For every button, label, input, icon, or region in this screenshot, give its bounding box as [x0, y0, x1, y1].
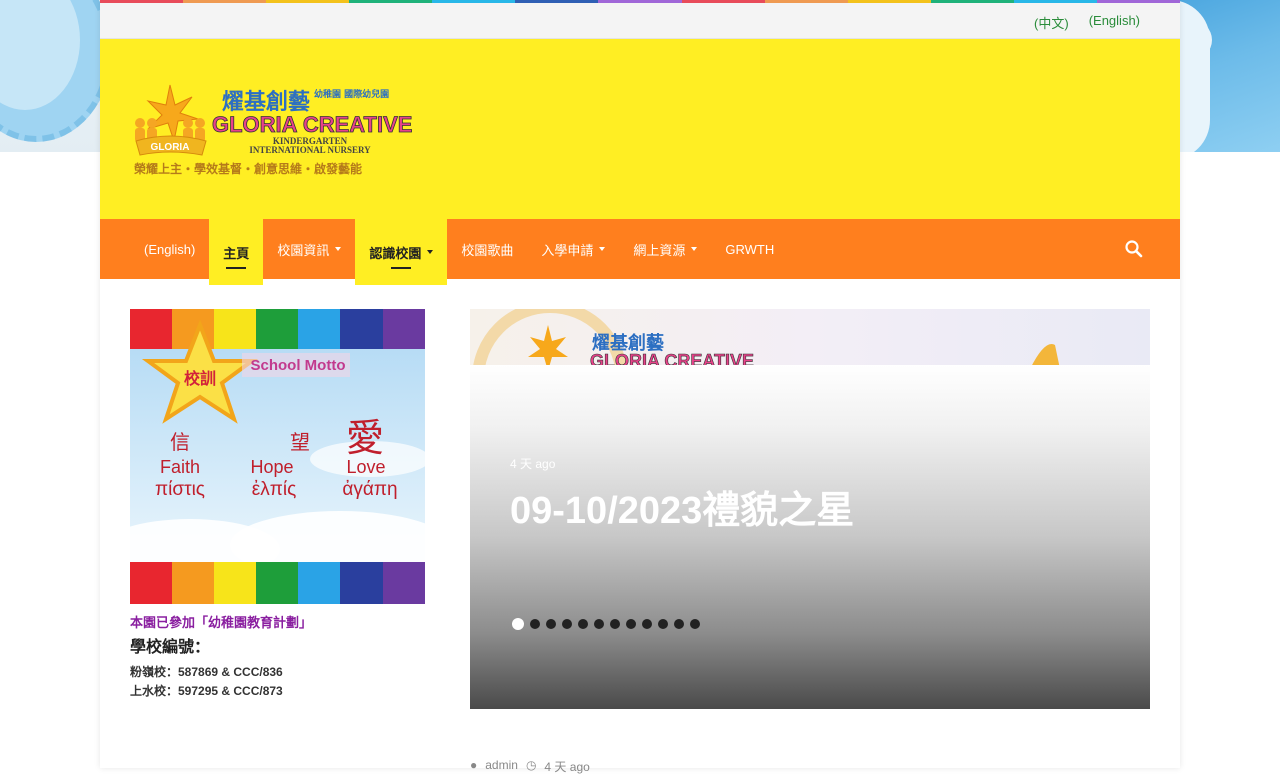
motto-gr-faith: πίστις [155, 479, 205, 500]
nav-item-2[interactable]: 校園資訊 [263, 219, 355, 279]
nav-item-label: 入學申請 [541, 242, 594, 258]
nav-item-label: 認識校園 [369, 245, 422, 261]
logo-chinese-sub: 幼稚園 國際幼兒園 [314, 88, 389, 100]
slider-dot[interactable] [594, 619, 604, 629]
nav-item-label: 校園資訊 [277, 242, 330, 258]
slide-gradient-overlay [470, 365, 1150, 709]
slider-dot[interactable] [578, 619, 588, 629]
lang-english-link[interactable]: (English) [1089, 13, 1140, 32]
slide-logo-image: 燿基創藝 GLORIA CREATIVE [472, 309, 1060, 369]
nav-item-5[interactable]: 入學申請 [527, 219, 619, 279]
slider-dot[interactable] [562, 619, 572, 629]
motto-gr-love: ἀγάπη [342, 479, 397, 500]
motto-title: School Motto [251, 357, 346, 374]
site-header: GLORIA 燿基創藝 幼稚園 國際幼兒園 GLORIA CREATIVE KI… [100, 39, 1180, 219]
nav-item-6[interactable]: 網上資源 [619, 219, 711, 279]
slider-dot[interactable] [512, 618, 524, 630]
chevron-down-icon [335, 247, 342, 251]
motto-gr-hope: ἐλπίς [252, 479, 296, 500]
slider-dot[interactable] [530, 619, 540, 629]
nav-item-7[interactable]: GRWTH [711, 219, 788, 279]
nav-item-label: (English) [144, 241, 196, 257]
nav-item-label: 網上資源 [633, 242, 686, 258]
featured-slider[interactable]: 燿基創藝 GLORIA CREATIVE 4 天 ago 09-10/2023禮… [470, 309, 1150, 709]
slider-dot[interactable] [674, 619, 684, 629]
school-number-sheungshui: 上水校：597295 & CCC/873 [130, 684, 283, 698]
slide-image-strip: 燿基創藝 GLORIA CREATIVE [470, 309, 1150, 369]
slide-date: 4 天 ago [510, 457, 556, 471]
logo-english-name: GLORIA CREATIVE [212, 112, 412, 137]
post-time: 4 天 ago [544, 760, 590, 774]
gloria-logo-graphic: GLORIA 燿基創藝 幼稚園 國際幼兒園 GLORIA CREATIVE KI… [134, 84, 413, 176]
nav-item-4[interactable]: 校園歌曲 [447, 219, 527, 279]
nav-item-label: 主頁 [223, 245, 250, 261]
lang-chinese-link[interactable]: (中文) [1034, 13, 1069, 32]
nav-item-1[interactable]: 主頁 [209, 219, 264, 285]
search-icon [1125, 240, 1143, 258]
main-nav: (English) 主頁 校園資訊 認識校園 校園歌曲 入學申請 網上資源 GRWTH [100, 219, 1180, 285]
slider-dot[interactable] [546, 619, 556, 629]
page-container: (中文) (English) GLORIA 燿基創藝 幼稚園 國際幼兒園 GLO… [100, 0, 1181, 774]
logo-crown-text: GLORIA [151, 142, 190, 153]
site-logo[interactable]: GLORIA 燿基創藝 幼稚園 國際幼兒園 GLORIA CREATIVE KI… [130, 83, 440, 183]
school-motto-image[interactable]: 校訓 School Motto 信 望 愛 Faith Hope Love πί… [130, 309, 425, 604]
background-sky-right [1180, 0, 1280, 152]
background-cloud-left [0, 0, 100, 152]
motto-zh-love: 愛 [346, 416, 384, 460]
kindergarten-scheme-notice: 本園已參加「幼稚園教育計劃」 [130, 615, 313, 630]
motto-en-hope: Hope [250, 457, 293, 477]
school-info: 本園已參加「幼稚園教育計劃」 學校編號： 粉嶺校：587869 & CCC/83… [130, 612, 450, 701]
slide-title-link[interactable]: 09-10/2023禮貌之星 [510, 479, 854, 534]
nav-item-label: GRWTH [725, 241, 775, 257]
post-meta: ● admin ◷ 4 天 ago [470, 758, 590, 775]
school-number-label: 學校編號： [130, 639, 211, 656]
chevron-down-icon [427, 250, 434, 254]
post-author[interactable]: admin [485, 758, 518, 775]
motto-star-label: 校訓 [184, 369, 216, 388]
nav-item-label: 校園歌曲 [461, 242, 514, 258]
slider-dot[interactable] [658, 619, 668, 629]
nav-item-3[interactable]: 認識校園 [355, 219, 448, 285]
user-icon: ● [470, 758, 478, 772]
chevron-down-icon [599, 247, 606, 251]
slider-dot[interactable] [642, 619, 652, 629]
nav-item-0[interactable]: (English) [130, 219, 209, 279]
top-bar: (中文) (English) [100, 3, 1180, 39]
motto-en-faith: Faith [160, 457, 200, 477]
motto-zh-faith: 信 [170, 430, 190, 454]
clock-icon: ◷ [525, 758, 537, 772]
logo-tagline: 榮耀上主・學效基督・創意思維・啟發藝能 [134, 161, 362, 176]
motto-zh-hope: 望 [290, 430, 310, 454]
school-motto-graphic: 校訓 School Motto 信 望 愛 Faith Hope Love πί… [130, 309, 425, 604]
language-links: (中文) (English) [1034, 13, 1140, 32]
search-button[interactable] [1124, 239, 1144, 259]
slider-dot[interactable] [626, 619, 636, 629]
logo-line2: INTERNATIONAL NURSERY [249, 145, 371, 155]
slider-dot[interactable] [610, 619, 620, 629]
chevron-down-icon [691, 247, 698, 251]
slider-pagination [512, 618, 700, 630]
motto-en-love: Love [346, 457, 385, 477]
school-number-fanling: 粉嶺校：587869 & CCC/836 [130, 665, 283, 679]
slider-dot[interactable] [690, 619, 700, 629]
